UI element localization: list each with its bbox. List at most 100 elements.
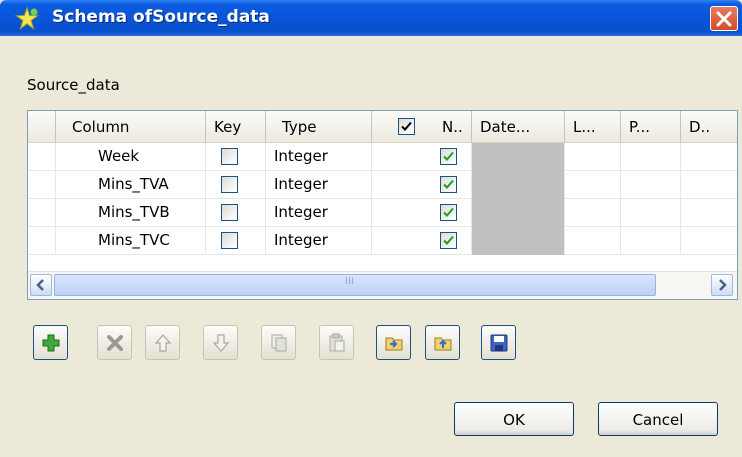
export-schema-button[interactable]	[425, 325, 460, 360]
column-header-column[interactable]: Column	[56, 111, 206, 143]
plus-icon	[42, 334, 60, 352]
column-name-cell[interactable]: Week	[56, 143, 206, 171]
delete-icon	[107, 335, 123, 351]
key-checkbox[interactable]	[221, 204, 238, 221]
schema-table[interactable]: Column Key Type N.. Date... L... P... D.…	[27, 110, 738, 300]
date-pattern-cell	[472, 143, 565, 171]
precision-cell[interactable]	[621, 171, 681, 199]
date-pattern-cell	[472, 171, 565, 199]
column-header-precision[interactable]: P...	[621, 111, 681, 143]
talend-star-icon	[15, 6, 39, 30]
copy-icon	[271, 334, 287, 352]
row-header	[28, 199, 56, 227]
column-name-cell[interactable]: Mins_TVC	[56, 227, 206, 255]
scrollbar-grip: III	[345, 276, 354, 287]
table-row[interactable]: Mins_TVA Integer	[28, 171, 737, 199]
default-cell[interactable]	[681, 171, 737, 199]
checkmark-icon	[443, 179, 454, 189]
header-nullable-checkbox[interactable]	[398, 118, 415, 135]
key-checkbox[interactable]	[221, 232, 238, 249]
close-button[interactable]	[710, 6, 738, 31]
import-schema-button[interactable]	[376, 325, 411, 360]
column-header-key[interactable]: Key	[206, 111, 266, 143]
key-checkbox[interactable]	[221, 176, 238, 193]
column-header-type[interactable]: Type	[266, 111, 372, 143]
length-cell[interactable]	[565, 227, 621, 255]
column-header-date-pattern[interactable]: Date...	[472, 111, 565, 143]
window-title: Schema ofSource_data	[52, 7, 270, 27]
schema-name-label: Source_data	[27, 76, 120, 94]
date-pattern-cell	[472, 227, 565, 255]
precision-cell[interactable]	[621, 227, 681, 255]
type-cell[interactable]: Integer	[266, 199, 372, 227]
column-header-default[interactable]: D..	[681, 111, 737, 143]
key-cell[interactable]	[206, 143, 266, 171]
key-cell[interactable]	[206, 171, 266, 199]
move-down-button[interactable]	[203, 325, 238, 360]
column-header-nullable[interactable]: N..	[372, 111, 472, 143]
nullable-checkbox[interactable]	[440, 204, 457, 221]
horizontal-scrollbar[interactable]: III	[28, 271, 737, 299]
paste-button[interactable]	[319, 325, 354, 360]
length-cell[interactable]	[565, 143, 621, 171]
checkmark-icon	[443, 207, 454, 217]
column-name-cell[interactable]: Mins_TVA	[56, 171, 206, 199]
nullable-cell[interactable]	[372, 227, 472, 255]
column-name-cell[interactable]: Mins_TVB	[56, 199, 206, 227]
ok-button[interactable]: OK	[454, 402, 574, 436]
import-icon	[385, 337, 403, 351]
date-pattern-cell	[472, 199, 565, 227]
checkmark-icon	[443, 235, 454, 245]
key-cell[interactable]	[206, 227, 266, 255]
nullable-checkbox[interactable]	[440, 148, 457, 165]
nullable-cell[interactable]	[372, 171, 472, 199]
row-header	[28, 143, 56, 171]
remove-row-button[interactable]	[97, 325, 132, 360]
copy-button[interactable]	[261, 325, 296, 360]
key-checkbox[interactable]	[221, 148, 238, 165]
table-row[interactable]: Mins_TVC Integer	[28, 227, 737, 255]
scrollbar-thumb[interactable]: III	[54, 274, 656, 296]
column-header-nullable-label: N..	[442, 118, 463, 136]
scroll-right-button[interactable]	[711, 274, 733, 296]
table-row[interactable]: Week Integer	[28, 143, 737, 171]
length-cell[interactable]	[565, 171, 621, 199]
chevron-left-icon	[36, 279, 44, 291]
cancel-button[interactable]: Cancel	[598, 402, 718, 436]
row-header	[28, 171, 56, 199]
nullable-checkbox[interactable]	[440, 232, 457, 249]
checkmark-icon	[401, 121, 412, 131]
row-header-corner	[28, 111, 56, 143]
title-bar[interactable]: Schema ofSource_data	[0, 0, 742, 36]
move-up-button[interactable]	[145, 325, 180, 360]
nullable-cell[interactable]	[372, 199, 472, 227]
length-cell[interactable]	[565, 199, 621, 227]
table-header: Column Key Type N.. Date... L... P... D.…	[28, 111, 737, 143]
save-schema-button[interactable]	[481, 325, 516, 360]
paste-icon	[329, 333, 345, 352]
default-cell[interactable]	[681, 143, 737, 171]
column-header-length[interactable]: L...	[565, 111, 621, 143]
schema-dialog: Schema ofSource_data Source_data Column …	[0, 0, 742, 457]
default-cell[interactable]	[681, 199, 737, 227]
type-cell[interactable]: Integer	[266, 171, 372, 199]
nullable-checkbox[interactable]	[440, 176, 457, 193]
precision-cell[interactable]	[621, 143, 681, 171]
export-icon	[434, 337, 452, 351]
scroll-left-button[interactable]	[30, 274, 52, 296]
type-cell[interactable]: Integer	[266, 143, 372, 171]
table-row[interactable]: Mins_TVB Integer	[28, 199, 737, 227]
checkmark-icon	[443, 151, 454, 161]
chevron-right-icon	[719, 279, 727, 291]
row-header	[28, 227, 56, 255]
default-cell[interactable]	[681, 227, 737, 255]
nullable-cell[interactable]	[372, 143, 472, 171]
close-icon	[716, 11, 732, 27]
add-row-button[interactable]	[33, 325, 68, 360]
type-cell[interactable]: Integer	[266, 227, 372, 255]
arrow-down-icon	[212, 334, 230, 352]
save-icon	[490, 334, 508, 352]
precision-cell[interactable]	[621, 199, 681, 227]
arrow-up-icon	[154, 334, 172, 352]
key-cell[interactable]	[206, 199, 266, 227]
